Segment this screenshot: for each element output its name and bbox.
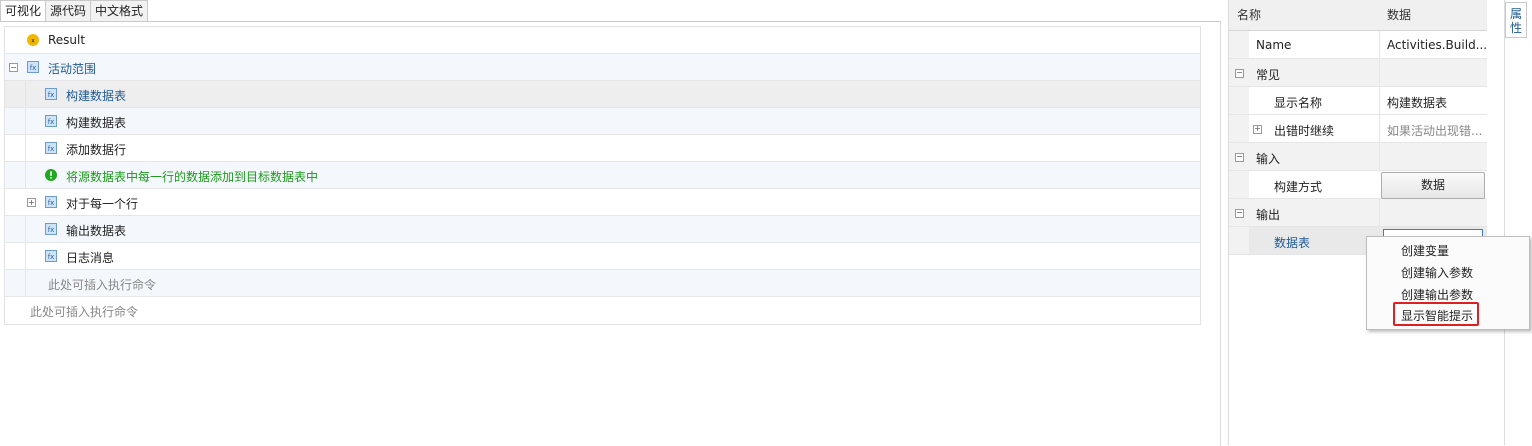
result-row[interactable]: x Result	[5, 27, 1200, 54]
scope-label: 活动范围	[48, 62, 97, 76]
tab-chinese-format[interactable]: 中文格式	[90, 0, 149, 21]
activity-icon: fx	[27, 61, 39, 73]
activity-row[interactable]: fx 构建数据表	[5, 108, 1200, 135]
activity-label: 构建数据表	[66, 116, 127, 130]
activity-label: 构建数据表	[66, 89, 127, 103]
properties-header: 名称 数据	[1229, 0, 1487, 31]
collapse-icon[interactable]: −	[1235, 153, 1244, 162]
svg-text:fx: fx	[48, 118, 55, 126]
collapse-icon[interactable]: −	[9, 63, 18, 72]
prop-value: 如果活动出现错...	[1387, 124, 1483, 138]
highlight-box	[1393, 302, 1479, 326]
header-data: 数据	[1387, 8, 1412, 22]
tab-source-code[interactable]: 源代码	[45, 0, 92, 21]
tab-visual[interactable]: 可视化	[0, 0, 47, 21]
svg-text:x: x	[31, 38, 35, 45]
header-name: 名称	[1237, 8, 1262, 22]
activity-label: 输出数据表	[66, 224, 127, 238]
prop-row-build-mode[interactable]: 构建方式 数据	[1229, 171, 1487, 199]
activity-row[interactable]: fx 添加数据行	[5, 135, 1200, 162]
category-output[interactable]: − 输出	[1229, 199, 1487, 227]
category-label: 常见	[1256, 68, 1281, 82]
result-label: Result	[48, 33, 86, 47]
insert-placeholder-inner[interactable]: 此处可插入执行命令	[5, 270, 1200, 297]
svg-text:fx: fx	[30, 64, 37, 72]
prop-row-name[interactable]: Name Activities.Build...	[1229, 31, 1487, 59]
comment-label: 将源数据表中每一行的数据添加到目标数据表中	[66, 170, 319, 184]
activity-icon: fx	[45, 196, 57, 208]
foreach-row[interactable]: + fx 对于每一个行	[5, 189, 1200, 216]
prop-key: 显示名称	[1274, 96, 1323, 110]
menu-item-create-variable[interactable]: 创建变量	[1401, 242, 1449, 259]
insert-hint: 此处可插入执行命令	[48, 278, 157, 292]
insert-placeholder-outer[interactable]: 此处可插入执行命令	[5, 297, 1200, 324]
insert-hint: 此处可插入执行命令	[30, 305, 139, 319]
editor-tabs: 可视化 源代码 中文格式	[0, 0, 149, 21]
prop-key: 数据表	[1274, 236, 1311, 250]
comment-row[interactable]: 将源数据表中每一行的数据添加到目标数据表中	[5, 162, 1200, 189]
activity-row[interactable]: fx 构建数据表	[5, 81, 1200, 108]
svg-text:fx: fx	[48, 253, 55, 261]
prop-key: Name	[1256, 38, 1292, 52]
scope-row[interactable]: − fx 活动范围	[5, 54, 1200, 81]
activity-icon: fx	[45, 223, 57, 235]
menu-item-create-input-arg[interactable]: 创建输入参数	[1401, 264, 1473, 281]
collapse-icon[interactable]: −	[1235, 209, 1244, 218]
svg-text:fx: fx	[48, 199, 55, 207]
expand-icon[interactable]: +	[27, 198, 36, 207]
svg-text:fx: fx	[48, 91, 55, 99]
variable-icon: x	[27, 34, 39, 46]
activity-icon: fx	[45, 88, 57, 100]
svg-text:fx: fx	[48, 145, 55, 153]
activity-label: 日志消息	[66, 251, 115, 265]
category-label: 输入	[1256, 152, 1281, 166]
activity-icon: fx	[45, 115, 57, 127]
prop-value: 构建数据表	[1387, 96, 1448, 110]
properties-side-tab[interactable]: 属性	[1505, 2, 1527, 38]
info-icon	[45, 169, 57, 181]
collapse-icon[interactable]: −	[1235, 69, 1244, 78]
properties-panel: 名称 数据 Name Activities.Build... − 常见 显示名称…	[1228, 0, 1487, 445]
activity-row[interactable]: fx 输出数据表	[5, 216, 1200, 243]
category-input[interactable]: − 输入	[1229, 143, 1487, 171]
expand-icon[interactable]: +	[1253, 125, 1262, 134]
activity-row[interactable]: fx 日志消息	[5, 243, 1200, 270]
prop-key: 出错时继续	[1274, 124, 1335, 138]
category-label: 输出	[1256, 208, 1281, 222]
side-tab-label: 属性	[1509, 7, 1522, 35]
activity-icon: fx	[45, 250, 57, 262]
svg-text:fx: fx	[48, 226, 55, 234]
activity-label: 添加数据行	[66, 143, 127, 157]
prop-key: 构建方式	[1274, 180, 1323, 194]
prop-value: Activities.Build...	[1387, 38, 1488, 52]
prop-row-continue-on-error[interactable]: + 出错时继续 如果活动出现错...	[1229, 115, 1487, 143]
designer-canvas: x Result − fx 活动范围 fx 构建数据表 fx 构建数据表 fx …	[0, 21, 1221, 446]
activity-label: 对于每一个行	[66, 197, 139, 211]
menu-item-create-output-arg[interactable]: 创建输出参数	[1401, 286, 1473, 303]
prop-row-display-name[interactable]: 显示名称 构建数据表	[1229, 87, 1487, 115]
workflow-tree: x Result − fx 活动范围 fx 构建数据表 fx 构建数据表 fx …	[4, 26, 1201, 325]
build-mode-button[interactable]: 数据	[1381, 172, 1485, 199]
activity-icon: fx	[45, 142, 57, 154]
category-common[interactable]: − 常见	[1229, 59, 1487, 87]
